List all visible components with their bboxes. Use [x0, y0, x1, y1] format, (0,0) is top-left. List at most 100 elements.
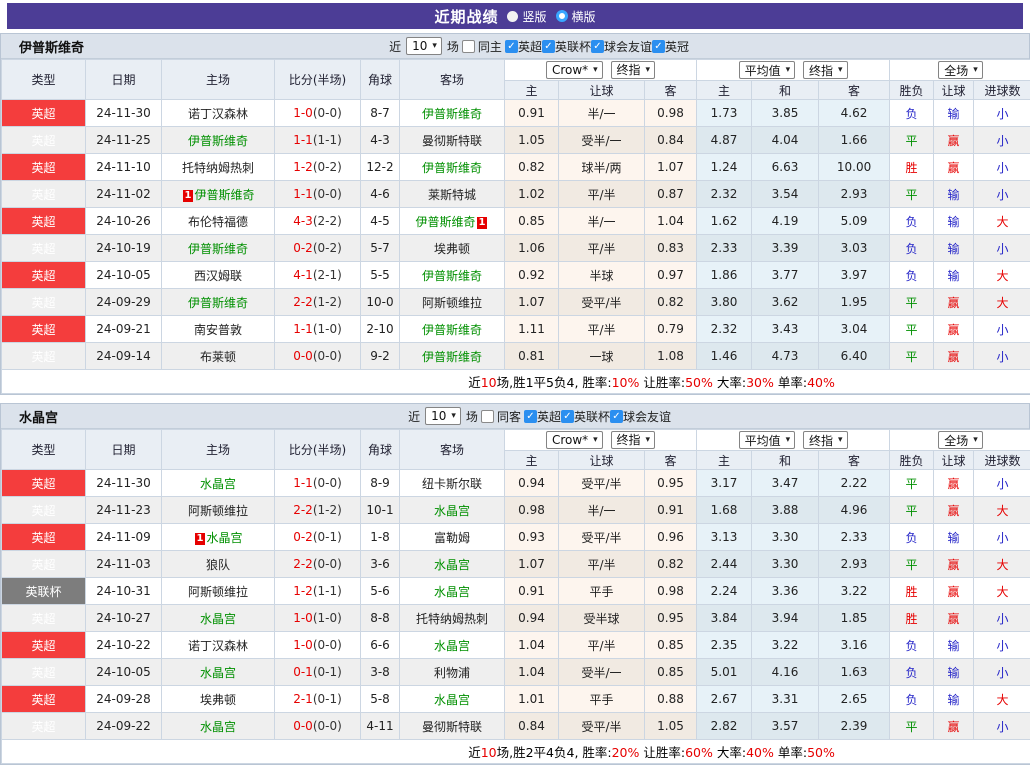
away-team[interactable]: 阿斯顿维拉 — [400, 289, 505, 316]
same-venue-checkbox[interactable] — [462, 40, 475, 53]
result-handicap-cell: 赢 — [934, 713, 974, 740]
radio-unselected-icon[interactable] — [507, 11, 518, 22]
away-team[interactable]: 水晶宫 — [400, 497, 505, 524]
away-team[interactable]: 伊普斯维奇 — [400, 154, 505, 181]
fulltime-select[interactable]: 全场▾ — [938, 431, 983, 449]
result-handicap-cell: 输 — [934, 262, 974, 289]
avg-home-cell: 1.46 — [697, 343, 752, 370]
away-team[interactable]: 水晶宫 — [400, 632, 505, 659]
away-team[interactable]: 莱斯特城 — [400, 181, 505, 208]
home-team[interactable]: 托特纳姆热刺 — [162, 154, 275, 181]
home-team[interactable]: 1伊普斯维奇 — [162, 181, 275, 208]
avg-away-cell: 1.66 — [819, 127, 890, 154]
odds-handicap-cell: 平/半 — [559, 632, 645, 659]
away-team-name: 埃弗顿 — [434, 242, 470, 256]
odds-handicap-cell: 平/半 — [559, 181, 645, 208]
away-team[interactable]: 富勒姆 — [400, 524, 505, 551]
col-avg-away: 客 — [819, 451, 890, 470]
league-checkbox-checked[interactable] — [505, 40, 518, 53]
home-team[interactable]: 伊普斯维奇 — [162, 127, 275, 154]
avg-away-cell: 3.97 — [819, 262, 890, 289]
home-team[interactable]: 诺丁汉森林 — [162, 100, 275, 127]
home-team[interactable]: 埃弗顿 — [162, 686, 275, 713]
fulltime-select[interactable]: 全场▾ — [938, 61, 983, 79]
home-team[interactable]: 水晶宫 — [162, 605, 275, 632]
average-select[interactable]: 平均值▾ — [739, 61, 796, 79]
odds-away-cell: 0.95 — [645, 605, 697, 632]
table-row: 英超 24-11-30 水晶宫 1-1(0-0) 8-9 纽卡斯尔联 0.94 … — [2, 470, 1030, 497]
away-team[interactable]: 埃弗顿 — [400, 235, 505, 262]
table-row: 英超 24-10-26 布伦特福德 4-3(2-2) 4-5 伊普斯维奇1 0.… — [2, 208, 1030, 235]
away-team[interactable]: 利物浦 — [400, 659, 505, 686]
score-cell: 1-1(1-1) — [275, 127, 361, 154]
odds-home-cell: 1.06 — [505, 235, 559, 262]
home-team[interactable]: 西汉姆联 — [162, 262, 275, 289]
same-venue-checkbox[interactable] — [481, 410, 494, 423]
result-goals-cell: 小 — [974, 100, 1030, 127]
layout-option-vertical[interactable]: 竖版 — [507, 8, 546, 25]
away-team[interactable]: 水晶宫 — [400, 578, 505, 605]
home-team[interactable]: 1水晶宫 — [162, 524, 275, 551]
home-team[interactable]: 狼队 — [162, 551, 275, 578]
home-team[interactable]: 布莱顿 — [162, 343, 275, 370]
away-team[interactable]: 水晶宫 — [400, 551, 505, 578]
home-team[interactable]: 诺丁汉森林 — [162, 632, 275, 659]
home-team-name: 伊普斯维奇 — [188, 134, 248, 148]
final-odds-select[interactable]: 终指▾ — [803, 431, 848, 449]
recent-count-select[interactable]: 10▾ — [425, 407, 461, 425]
away-team[interactable]: 曼彻斯特联 — [400, 713, 505, 740]
red-card-badge: 1 — [183, 190, 194, 202]
col-away: 客场 — [400, 430, 505, 470]
home-team[interactable]: 阿斯顿维拉 — [162, 497, 275, 524]
league-checkbox-checked[interactable] — [524, 410, 537, 423]
final-odds-select[interactable]: 终指▾ — [803, 61, 848, 79]
col-result-goals: 进球数 — [974, 81, 1030, 100]
league-checkbox-checked[interactable] — [591, 40, 604, 53]
results-table: 类型 日期 主场 比分(半场) 角球 客场 Crow*▾ 终指▾ 平均值▾ 终指… — [1, 429, 1030, 764]
avg-home-cell: 3.80 — [697, 289, 752, 316]
average-select[interactable]: 平均值▾ — [739, 431, 796, 449]
col-score: 比分(半场) — [275, 60, 361, 100]
away-team[interactable]: 伊普斯维奇 — [400, 343, 505, 370]
bookmaker-select[interactable]: Crow*▾ — [546, 61, 603, 79]
layout-option-horizontal[interactable]: 横版 — [556, 8, 596, 25]
home-team[interactable]: 南安普敦 — [162, 316, 275, 343]
home-team[interactable]: 伊普斯维奇 — [162, 289, 275, 316]
table-row: 英超 24-11-30 诺丁汉森林 1-0(0-0) 8-7 伊普斯维奇 0.9… — [2, 100, 1030, 127]
away-team[interactable]: 伊普斯维奇1 — [400, 208, 505, 235]
home-team[interactable]: 水晶宫 — [162, 470, 275, 497]
away-team[interactable]: 伊普斯维奇 — [400, 262, 505, 289]
away-team[interactable]: 托特纳姆热刺 — [400, 605, 505, 632]
league-checkbox-checked[interactable] — [652, 40, 665, 53]
final-odds-select[interactable]: 终指▾ — [611, 431, 656, 449]
result-handicap-cell: 赢 — [934, 497, 974, 524]
league-checkbox-checked[interactable] — [610, 410, 623, 423]
away-team-name: 伊普斯维奇 — [416, 215, 476, 229]
avg-away-cell: 3.03 — [819, 235, 890, 262]
away-team[interactable]: 水晶宫 — [400, 686, 505, 713]
away-team[interactable]: 纽卡斯尔联 — [400, 470, 505, 497]
home-team[interactable]: 阿斯顿维拉 — [162, 578, 275, 605]
league-badge: 英超 — [2, 632, 86, 659]
bookmaker-select[interactable]: Crow*▾ — [546, 431, 603, 449]
league-badge: 英超 — [2, 181, 86, 208]
odds-home-cell: 0.82 — [505, 154, 559, 181]
away-team[interactable]: 伊普斯维奇 — [400, 316, 505, 343]
league-checkbox-checked[interactable] — [542, 40, 555, 53]
result-wdl-cell: 平 — [890, 289, 934, 316]
away-team[interactable]: 曼彻斯特联 — [400, 127, 505, 154]
recent-count-select[interactable]: 10▾ — [406, 37, 442, 55]
home-team[interactable]: 伊普斯维奇 — [162, 235, 275, 262]
home-team[interactable]: 水晶宫 — [162, 659, 275, 686]
home-team[interactable]: 布伦特福德 — [162, 208, 275, 235]
avg-home-cell: 1.68 — [697, 497, 752, 524]
radio-selected-icon[interactable] — [556, 10, 568, 22]
league-badge: 英超 — [2, 497, 86, 524]
final-odds-select[interactable]: 终指▾ — [611, 61, 656, 79]
home-team[interactable]: 水晶宫 — [162, 713, 275, 740]
result-goals-cell: 小 — [974, 605, 1030, 632]
odds-home-cell: 1.02 — [505, 181, 559, 208]
league-checkbox-checked[interactable] — [561, 410, 574, 423]
away-team[interactable]: 伊普斯维奇 — [400, 100, 505, 127]
match-date: 24-11-25 — [86, 127, 162, 154]
